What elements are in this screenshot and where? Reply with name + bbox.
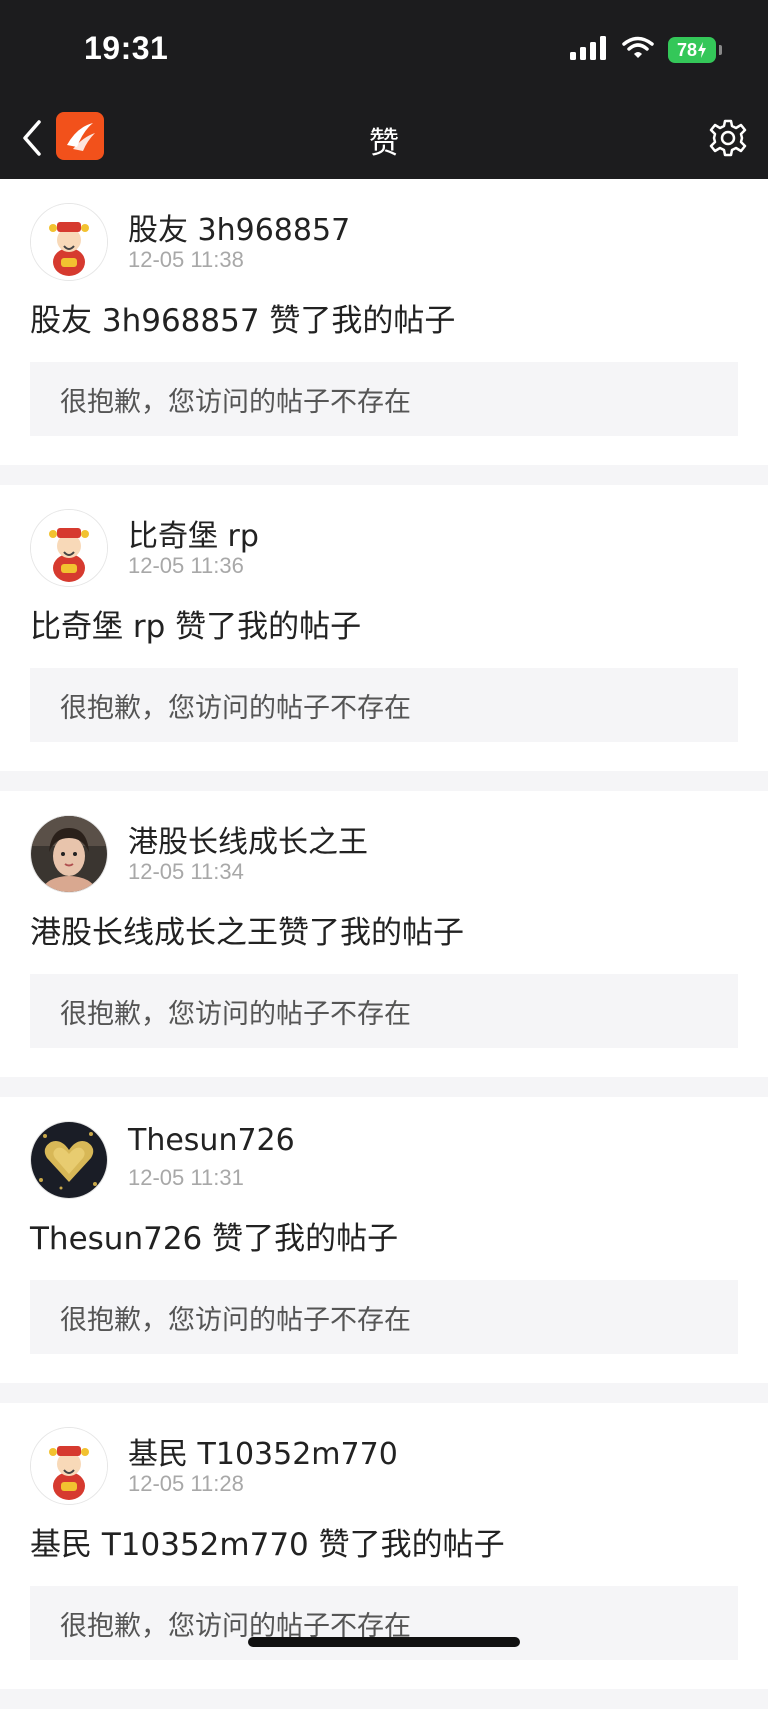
like-message: 比奇堡 rp 赞了我的帖子 (30, 609, 362, 645)
fortune-god-avatar-icon (31, 204, 107, 280)
avatar[interactable] (30, 203, 108, 281)
fortune-god-avatar-icon (31, 1428, 107, 1504)
photo-avatar-icon (31, 816, 107, 892)
username[interactable]: 比奇堡 rp (128, 511, 259, 555)
signal-icon (570, 36, 608, 64)
fortune-god-avatar-icon (31, 510, 107, 586)
post-preview-text: 很抱歉，您访问的帖子不存在 (60, 998, 411, 1030)
post-preview[interactable]: 很抱歉，您访问的帖子不存在 (30, 668, 738, 742)
post-preview[interactable]: 很抱歉，您访问的帖子不存在 (30, 362, 738, 436)
timestamp: 12-05 11:38 (128, 247, 244, 272)
wifi-icon (622, 36, 654, 64)
home-indicator[interactable] (248, 1637, 520, 1647)
list-item[interactable]: 港股长线成长之王 12-05 11:34 港股长线成长之王赞了我的帖子 很抱歉，… (0, 791, 768, 1077)
timestamp: 12-05 11:31 (128, 1165, 244, 1190)
charging-bolt-icon (698, 42, 707, 58)
post-preview-text: 很抱歉，您访问的帖子不存在 (60, 386, 411, 418)
timestamp: 12-05 11:34 (128, 859, 244, 884)
username[interactable]: 股友 3h968857 (128, 205, 350, 249)
username[interactable]: 港股长线成长之王 (128, 817, 368, 861)
avatar[interactable] (30, 1121, 108, 1199)
status-bar: 19:31 78 (0, 0, 768, 100)
avatar[interactable] (30, 509, 108, 587)
status-icons: 78 (570, 36, 722, 64)
like-message: Thesun726 赞了我的帖子 (30, 1221, 399, 1257)
battery-level: 78 (676, 39, 698, 60)
post-preview[interactable]: 很抱歉，您访问的帖子不存在 (30, 1280, 738, 1354)
post-preview[interactable]: 很抱歉，您访问的帖子不存在 (30, 1586, 738, 1660)
settings-button[interactable] (704, 114, 752, 162)
gold-heart-avatar-icon (31, 1122, 107, 1198)
battery-icon: 78 (668, 37, 722, 63)
notification-list: 股友 3h968857 12-05 11:38 股友 3h968857 赞了我的… (0, 179, 768, 1709)
list-item[interactable]: 股友 3h968857 12-05 11:38 股友 3h968857 赞了我的… (0, 179, 768, 465)
avatar[interactable] (30, 1427, 108, 1505)
username[interactable]: 基民 T10352m770 (128, 1429, 398, 1473)
timestamp: 12-05 11:28 (128, 1471, 244, 1496)
post-preview-text: 很抱歉，您访问的帖子不存在 (60, 692, 411, 724)
post-preview-text: 很抱歉，您访问的帖子不存在 (60, 1304, 411, 1336)
status-time: 19:31 (84, 30, 169, 66)
like-message: 股友 3h968857 赞了我的帖子 (30, 303, 456, 339)
post-preview[interactable]: 很抱歉，您访问的帖子不存在 (30, 974, 738, 1048)
avatar[interactable] (30, 815, 108, 893)
like-message: 港股长线成长之王赞了我的帖子 (30, 915, 464, 951)
username[interactable]: Thesun726 (128, 1123, 295, 1158)
nav-bar: 赞 (0, 100, 768, 179)
list-item[interactable]: 比奇堡 rp 12-05 11:36 比奇堡 rp 赞了我的帖子 很抱歉，您访问… (0, 485, 768, 771)
timestamp: 12-05 11:36 (128, 553, 244, 578)
like-message: 基民 T10352m770 赞了我的帖子 (30, 1527, 505, 1563)
page-title: 赞 (369, 126, 399, 161)
list-item[interactable]: Thesun726 12-05 11:31 Thesun726 赞了我的帖子 很… (0, 1097, 768, 1383)
gear-icon (709, 119, 747, 157)
